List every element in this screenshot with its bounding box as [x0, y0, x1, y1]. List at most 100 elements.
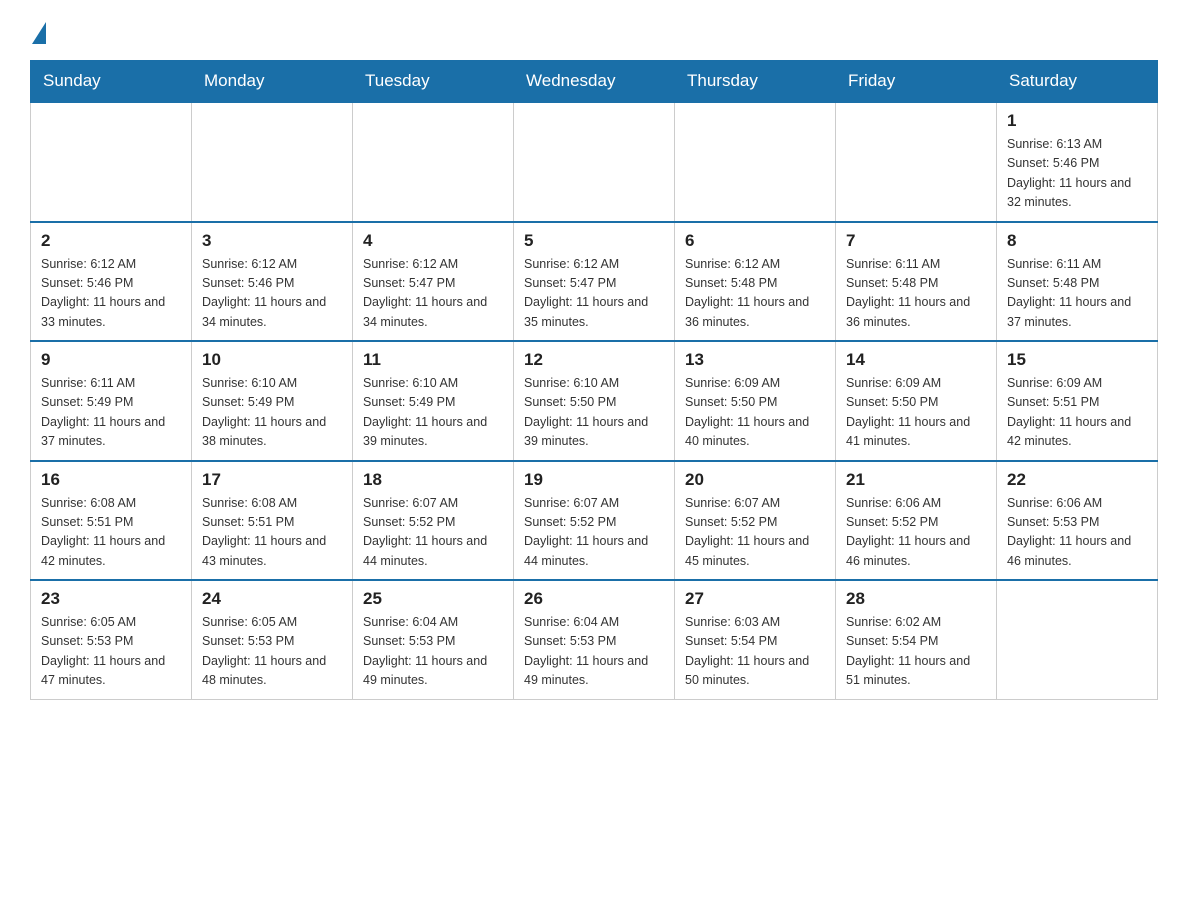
day-number: 11: [363, 350, 503, 370]
day-info: Sunrise: 6:12 AM Sunset: 5:46 PM Dayligh…: [41, 255, 181, 333]
calendar-day-cell: 4 Sunrise: 6:12 AM Sunset: 5:47 PM Daylig…: [353, 222, 514, 342]
day-info: Sunrise: 6:12 AM Sunset: 5:46 PM Dayligh…: [202, 255, 342, 333]
page-header: [30, 20, 1158, 40]
calendar-day-cell: [675, 102, 836, 222]
day-number: 24: [202, 589, 342, 609]
calendar-week-row: 9 Sunrise: 6:11 AM Sunset: 5:49 PM Daylig…: [31, 341, 1158, 461]
calendar-day-cell: 24Sunrise: 6:05 AM Sunset: 5:53 PM Dayli…: [192, 580, 353, 699]
day-number: 6: [685, 231, 825, 251]
day-info: Sunrise: 6:10 AM Sunset: 5:49 PM Dayligh…: [363, 374, 503, 452]
calendar-table: SundayMondayTuesdayWednesdayThursdayFrid…: [30, 60, 1158, 700]
day-number: 1: [1007, 111, 1147, 131]
calendar-week-row: 16 Sunrise: 6:08 AM Sunset: 5:51 PM Dayli…: [31, 461, 1158, 581]
calendar-day-cell: [31, 102, 192, 222]
day-number: 4: [363, 231, 503, 251]
calendar-day-cell: 14 Sunrise: 6:09 AM Sunset: 5:50 PM Dayli…: [836, 341, 997, 461]
calendar-day-cell: 23 Sunrise: 6:05 AM Sunset: 5:53 PM Dayli…: [31, 580, 192, 699]
calendar-week-row: 23 Sunrise: 6:05 AM Sunset: 5:53 PM Dayli…: [31, 580, 1158, 699]
day-info: Sunrise: 6:09 AM Sunset: 5:50 PM Dayligh…: [846, 374, 986, 452]
calendar-day-cell: 25 Sunrise: 6:04 AM Sunset: 5:53 PM Dayli…: [353, 580, 514, 699]
day-number: 21: [846, 470, 986, 490]
logo: [30, 20, 46, 40]
calendar-day-cell: 11 Sunrise: 6:10 AM Sunset: 5:49 PM Dayli…: [353, 341, 514, 461]
calendar-day-cell: 12Sunrise: 6:10 AM Sunset: 5:50 PM Dayli…: [514, 341, 675, 461]
calendar-day-cell: 9 Sunrise: 6:11 AM Sunset: 5:49 PM Daylig…: [31, 341, 192, 461]
day-number: 22: [1007, 470, 1147, 490]
calendar-day-cell: 22 Sunrise: 6:06 AM Sunset: 5:53 PM Dayli…: [997, 461, 1158, 581]
day-number: 19: [524, 470, 664, 490]
day-number: 18: [363, 470, 503, 490]
day-number: 14: [846, 350, 986, 370]
day-info: Sunrise: 6:08 AM Sunset: 5:51 PM Dayligh…: [41, 494, 181, 572]
calendar-day-cell: [997, 580, 1158, 699]
day-info: Sunrise: 6:11 AM Sunset: 5:48 PM Dayligh…: [846, 255, 986, 333]
calendar-day-cell: 1 Sunrise: 6:13 AM Sunset: 5:46 PM Daylig…: [997, 102, 1158, 222]
day-number: 17: [202, 470, 342, 490]
day-info: Sunrise: 6:11 AM Sunset: 5:49 PM Dayligh…: [41, 374, 181, 452]
day-of-week-header: Monday: [192, 61, 353, 103]
day-number: 27: [685, 589, 825, 609]
calendar-day-cell: 18 Sunrise: 6:07 AM Sunset: 5:52 PM Dayli…: [353, 461, 514, 581]
day-info: Sunrise: 6:06 AM Sunset: 5:52 PM Dayligh…: [846, 494, 986, 572]
day-info: Sunrise: 6:07 AM Sunset: 5:52 PM Dayligh…: [524, 494, 664, 572]
day-info: Sunrise: 6:08 AM Sunset: 5:51 PM Dayligh…: [202, 494, 342, 572]
day-number: 7: [846, 231, 986, 251]
day-of-week-header: Tuesday: [353, 61, 514, 103]
day-info: Sunrise: 6:12 AM Sunset: 5:48 PM Dayligh…: [685, 255, 825, 333]
calendar-day-cell: 10 Sunrise: 6:10 AM Sunset: 5:49 PM Dayli…: [192, 341, 353, 461]
calendar-day-cell: 6 Sunrise: 6:12 AM Sunset: 5:48 PM Daylig…: [675, 222, 836, 342]
day-info: Sunrise: 6:10 AM Sunset: 5:50 PM Dayligh…: [524, 374, 664, 452]
day-of-week-header: Sunday: [31, 61, 192, 103]
day-number: 23: [41, 589, 181, 609]
calendar-week-row: 2 Sunrise: 6:12 AM Sunset: 5:46 PM Daylig…: [31, 222, 1158, 342]
calendar-day-cell: [836, 102, 997, 222]
calendar-day-cell: 28 Sunrise: 6:02 AM Sunset: 5:54 PM Dayli…: [836, 580, 997, 699]
day-info: Sunrise: 6:04 AM Sunset: 5:53 PM Dayligh…: [363, 613, 503, 691]
calendar-day-cell: 8Sunrise: 6:11 AM Sunset: 5:48 PM Daylig…: [997, 222, 1158, 342]
day-info: Sunrise: 6:07 AM Sunset: 5:52 PM Dayligh…: [685, 494, 825, 572]
day-number: 28: [846, 589, 986, 609]
calendar-week-row: 1 Sunrise: 6:13 AM Sunset: 5:46 PM Daylig…: [31, 102, 1158, 222]
calendar-day-cell: [353, 102, 514, 222]
calendar-day-cell: 3 Sunrise: 6:12 AM Sunset: 5:46 PM Daylig…: [192, 222, 353, 342]
calendar-header-row: SundayMondayTuesdayWednesdayThursdayFrid…: [31, 61, 1158, 103]
calendar-day-cell: 15 Sunrise: 6:09 AM Sunset: 5:51 PM Dayli…: [997, 341, 1158, 461]
day-info: Sunrise: 6:07 AM Sunset: 5:52 PM Dayligh…: [363, 494, 503, 572]
day-info: Sunrise: 6:02 AM Sunset: 5:54 PM Dayligh…: [846, 613, 986, 691]
day-number: 3: [202, 231, 342, 251]
day-info: Sunrise: 6:10 AM Sunset: 5:49 PM Dayligh…: [202, 374, 342, 452]
day-of-week-header: Wednesday: [514, 61, 675, 103]
day-number: 20: [685, 470, 825, 490]
day-number: 10: [202, 350, 342, 370]
calendar-day-cell: 2 Sunrise: 6:12 AM Sunset: 5:46 PM Daylig…: [31, 222, 192, 342]
calendar-day-cell: 16 Sunrise: 6:08 AM Sunset: 5:51 PM Dayli…: [31, 461, 192, 581]
day-info: Sunrise: 6:09 AM Sunset: 5:51 PM Dayligh…: [1007, 374, 1147, 452]
day-number: 15: [1007, 350, 1147, 370]
day-info: Sunrise: 6:03 AM Sunset: 5:54 PM Dayligh…: [685, 613, 825, 691]
day-number: 2: [41, 231, 181, 251]
day-info: Sunrise: 6:04 AM Sunset: 5:53 PM Dayligh…: [524, 613, 664, 691]
day-info: Sunrise: 6:12 AM Sunset: 5:47 PM Dayligh…: [363, 255, 503, 333]
day-info: Sunrise: 6:06 AM Sunset: 5:53 PM Dayligh…: [1007, 494, 1147, 572]
day-of-week-header: Thursday: [675, 61, 836, 103]
day-number: 16: [41, 470, 181, 490]
calendar-day-cell: 13Sunrise: 6:09 AM Sunset: 5:50 PM Dayli…: [675, 341, 836, 461]
day-number: 13: [685, 350, 825, 370]
day-of-week-header: Friday: [836, 61, 997, 103]
day-number: 26: [524, 589, 664, 609]
calendar-day-cell: [192, 102, 353, 222]
calendar-day-cell: 21 Sunrise: 6:06 AM Sunset: 5:52 PM Dayli…: [836, 461, 997, 581]
day-number: 25: [363, 589, 503, 609]
day-info: Sunrise: 6:11 AM Sunset: 5:48 PM Dayligh…: [1007, 255, 1147, 333]
day-info: Sunrise: 6:12 AM Sunset: 5:47 PM Dayligh…: [524, 255, 664, 333]
day-info: Sunrise: 6:13 AM Sunset: 5:46 PM Dayligh…: [1007, 135, 1147, 213]
day-number: 5: [524, 231, 664, 251]
day-info: Sunrise: 6:05 AM Sunset: 5:53 PM Dayligh…: [41, 613, 181, 691]
day-of-week-header: Saturday: [997, 61, 1158, 103]
calendar-day-cell: 26 Sunrise: 6:04 AM Sunset: 5:53 PM Dayli…: [514, 580, 675, 699]
day-number: 9: [41, 350, 181, 370]
calendar-day-cell: 7 Sunrise: 6:11 AM Sunset: 5:48 PM Daylig…: [836, 222, 997, 342]
calendar-day-cell: 19 Sunrise: 6:07 AM Sunset: 5:52 PM Dayli…: [514, 461, 675, 581]
logo-triangle-icon: [32, 22, 46, 44]
calendar-day-cell: 17 Sunrise: 6:08 AM Sunset: 5:51 PM Dayli…: [192, 461, 353, 581]
